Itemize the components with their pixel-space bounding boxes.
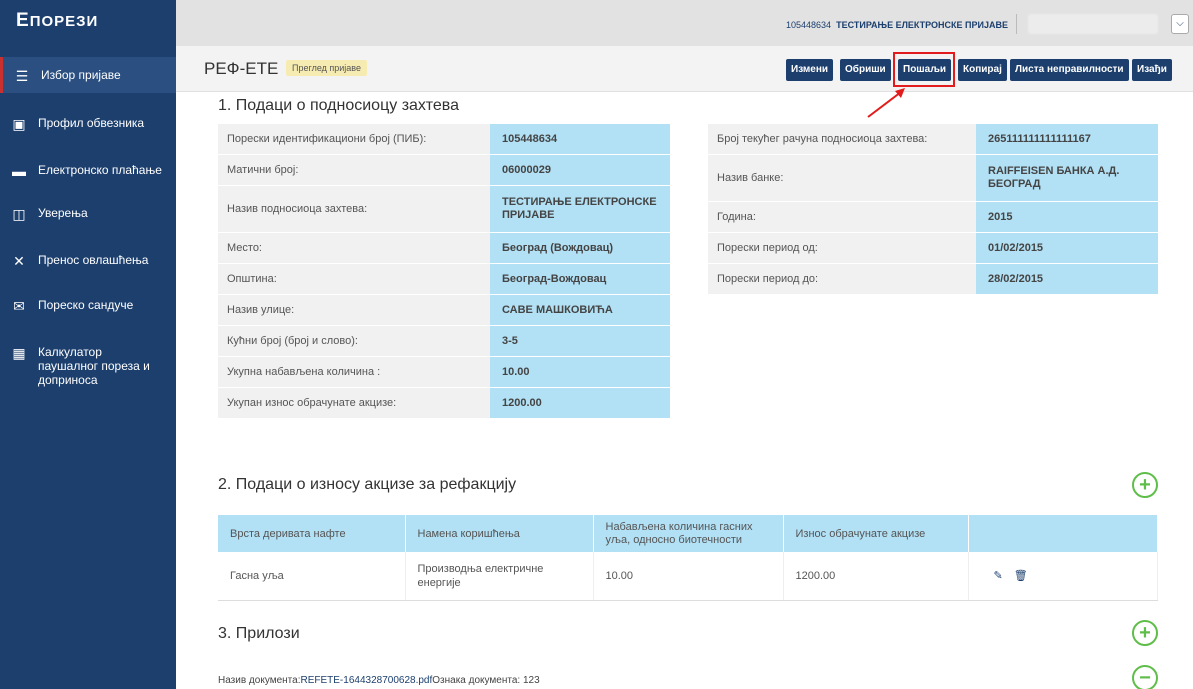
main-content: 1. Подаци о подносиоцу захтева Порески и… xyxy=(200,92,1170,689)
delete-button[interactable]: Обриши xyxy=(840,59,891,81)
field-label: Порески идентификациони број (ПИБ): xyxy=(218,124,490,154)
sidebar-item-label: Калкулатор паушалног пореза и доприноса xyxy=(38,345,150,387)
table-cell: 1200.00 xyxy=(783,552,969,601)
list-icon: ☰ xyxy=(15,68,29,84)
trash-icon[interactable]: 🗑 xyxy=(1014,569,1028,582)
chevron-down-icon[interactable]: ⌵ xyxy=(1171,14,1189,34)
sidebar-item-label: Избор пријаве xyxy=(41,68,121,82)
field-value: 28/02/2015 xyxy=(976,264,1158,294)
errors-list-button[interactable]: Листа неправилности xyxy=(1010,59,1129,81)
field-value: 01/02/2015 xyxy=(976,233,1158,263)
field-label: Матични број: xyxy=(218,155,490,185)
field-label: Назив банке: xyxy=(708,155,976,201)
sidebar: ЕПОРЕЗИ ☰ Избор пријаве ▣ Профил обвезни… xyxy=(0,0,176,689)
add-excise-button[interactable]: + xyxy=(1132,472,1158,498)
doc-label: Назив документа: xyxy=(218,675,301,686)
table-row: Гасна уља Производња електричне енергије… xyxy=(218,552,1158,601)
excise-table: Врста деривата нафте Намена коришћења На… xyxy=(218,515,1158,601)
section-title: 1. Подаци о подносиоцу захтева xyxy=(218,97,460,114)
section-title: 3. Прилози xyxy=(218,625,300,642)
calculator-icon: ▦ xyxy=(12,345,26,361)
user-icon: ▣ xyxy=(12,116,26,132)
status-badge: Преглед пријаве xyxy=(286,60,367,76)
divider xyxy=(1016,14,1017,34)
column-header: Намена коришћења xyxy=(405,515,594,552)
section-title: 2. Подаци о износу акцизе за рефакцију xyxy=(218,476,517,493)
sidebar-item-certificates[interactable]: ◫ Уверења xyxy=(0,206,176,232)
topbar: 105448634 ТЕСТИРАЊЕ ЕЛЕКТРОНСКЕ ПРИЈАВЕ … xyxy=(176,0,1193,46)
user-menu-blurred[interactable] xyxy=(1028,14,1158,34)
field-value: 06000029 xyxy=(490,155,670,185)
user-pib: 105448634 xyxy=(786,20,832,30)
table-header-row: Врста деривата нафте Намена коришћења На… xyxy=(218,515,1158,552)
column-header-actions xyxy=(968,515,1158,552)
field-value: САВЕ МАШКОВИЋА xyxy=(490,295,670,325)
column-header: Набављена количина гасних уља, односно б… xyxy=(593,515,784,552)
field-value: 1200.00 xyxy=(490,388,670,418)
edit-button[interactable]: Измени xyxy=(786,59,834,81)
field-label: Укупан износ обрачунате акцизе: xyxy=(218,388,490,418)
logo-text: ПОРЕЗИ xyxy=(29,13,99,30)
doc-link[interactable]: REFETE-1644328700628.pdf xyxy=(300,675,432,686)
sidebar-item-choose-report[interactable]: ☰ Избор пријаве xyxy=(0,57,176,93)
field-label: Место: xyxy=(218,233,490,263)
field-label: Укупна набављена количина : xyxy=(218,357,490,387)
card-icon: ▬ xyxy=(12,163,26,179)
user-info: 105448634 ТЕСТИРАЊЕ ЕЛЕКТРОНСКЕ ПРИЈАВЕ xyxy=(786,20,1008,30)
remove-attachment-button[interactable]: − xyxy=(1132,665,1158,689)
table-cell: 10.00 xyxy=(593,552,784,601)
logo[interactable]: ЕПОРЕЗИ xyxy=(0,0,176,45)
sidebar-item-tax-inbox[interactable]: ✉ Пореско сандуче xyxy=(0,298,176,324)
field-label: Порески период од: xyxy=(708,233,976,263)
sidebar-item-label: Уверења xyxy=(38,206,88,220)
sidebar-item-label: Пренос овлашћења xyxy=(38,253,149,267)
page-title: РЕФ-ЕТЕ xyxy=(204,59,279,78)
table-cell-actions: ✎ 🗑 xyxy=(968,552,1158,601)
table-cell: Производња електричне енергије xyxy=(405,552,594,601)
field-label: Назив подносиоца захтева: xyxy=(218,186,490,232)
field-label: Година: xyxy=(708,202,976,232)
field-value: 265111111111111167 xyxy=(976,124,1158,154)
field-value: 2015 xyxy=(976,202,1158,232)
page-header: РЕФ-ЕТЕ Преглед пријаве Измени Обриши По… xyxy=(176,46,1193,92)
column-header: Врста деривата нафте xyxy=(218,515,406,552)
field-value: Београд (Вождовац) xyxy=(490,233,670,263)
user-name: ТЕСТИРАЊЕ ЕЛЕКТРОНСКЕ ПРИЈАВЕ xyxy=(836,20,1008,30)
copy-button[interactable]: Копирај xyxy=(958,59,1007,81)
field-value: ТЕСТИРАЊЕ ЕЛЕКТРОНСКЕ ПРИЈАВЕ xyxy=(490,186,670,232)
attachment-line: Назив документа:REFETE-1644328700628.pdf… xyxy=(218,675,540,686)
field-value: 10.00 xyxy=(490,357,670,387)
send-button-highlight xyxy=(893,52,955,87)
field-value: Београд-Вождовац xyxy=(490,264,670,294)
sidebar-item-calculator[interactable]: ▦ Калкулатор паушалног пореза и допринос… xyxy=(0,345,176,387)
pencil-icon[interactable]: ✎ xyxy=(994,569,1003,582)
sidebar-item-label: Електронско плаћање xyxy=(38,163,162,177)
sidebar-item-taxpayer-profile[interactable]: ▣ Профил обвезника xyxy=(0,116,176,142)
certificate-icon: ◫ xyxy=(12,206,26,222)
column-header: Износ обрачунате акцизе xyxy=(783,515,969,552)
sidebar-item-label: Профил обвезника xyxy=(38,116,145,130)
field-value: 3-5 xyxy=(490,326,670,356)
sidebar-item-electronic-payment[interactable]: ▬ Електронско плаћање xyxy=(0,163,176,189)
field-value: 105448634 xyxy=(490,124,670,154)
field-label: Назив улице: xyxy=(218,295,490,325)
transfer-icon: ✕ xyxy=(13,253,25,269)
sidebar-item-label: Пореско сандуче xyxy=(38,298,134,312)
field-value: RAIFFEISEN БАНКА А.Д. БЕОГРАД xyxy=(976,155,1158,201)
field-label: Кућни број (број и слово): xyxy=(218,326,490,356)
field-label: Општина: xyxy=(218,264,490,294)
exit-button[interactable]: Изађи xyxy=(1132,59,1172,81)
add-attachment-button[interactable]: + xyxy=(1132,620,1158,646)
logo-e: Е xyxy=(16,10,30,31)
doc-mark: Ознака документа: 123 xyxy=(432,675,540,686)
sidebar-item-authority-transfer[interactable]: ✕ Пренос овлашћења xyxy=(0,253,176,279)
table-cell: Гасна уља xyxy=(218,552,406,601)
mail-icon: ✉ xyxy=(13,298,25,314)
field-label: Број текућег рачуна подносиоца захтева: xyxy=(708,124,976,154)
field-label: Порески период до: xyxy=(708,264,976,294)
